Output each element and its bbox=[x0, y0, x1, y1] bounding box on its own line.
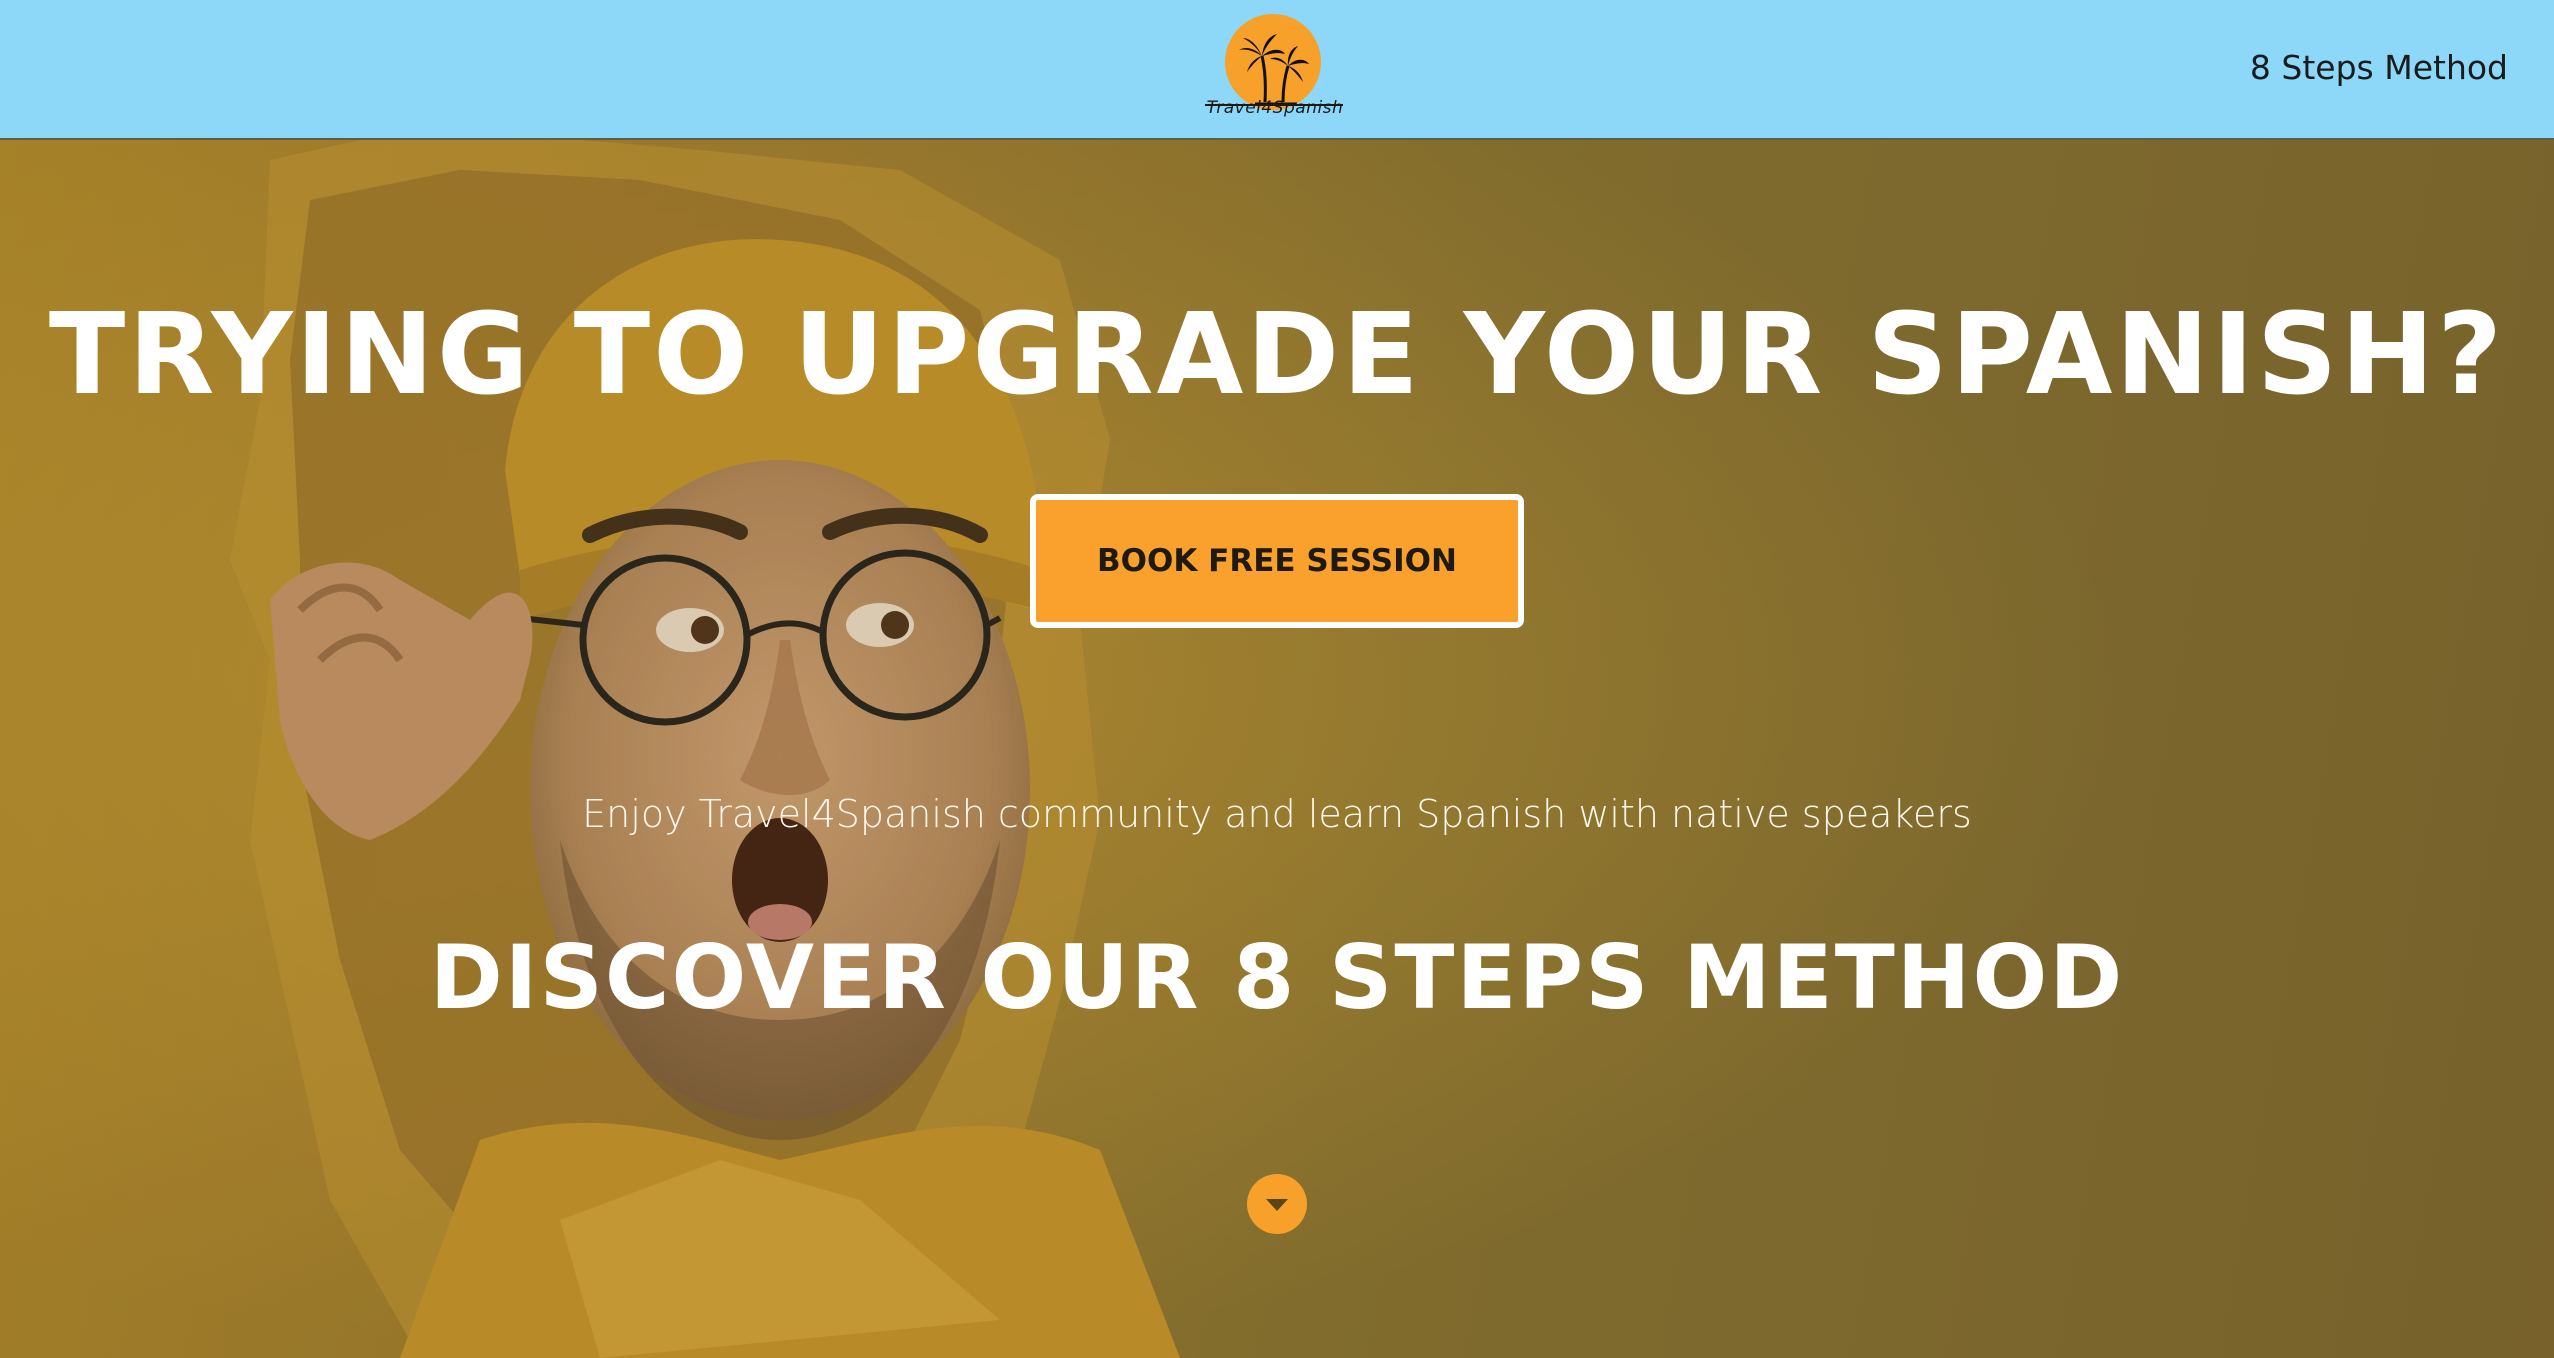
hero-section: TRYING TO UPGRADE YOUR SPANISH? BOOK FRE… bbox=[0, 140, 2554, 1358]
palm-trees-icon bbox=[1239, 34, 1309, 106]
chevron-down-icon bbox=[1266, 1199, 1288, 1211]
logo-text: Travel4Spanish bbox=[1206, 98, 1344, 118]
hero-subtitle: Enjoy Travel4Spanish community and learn… bbox=[582, 792, 1972, 836]
sun-icon bbox=[1225, 14, 1321, 110]
site-header: Travel4Spanish 8 Steps Method bbox=[0, 0, 2554, 140]
hero-title: TRYING TO UPGRADE YOUR SPANISH? bbox=[48, 290, 2506, 420]
book-free-session-button[interactable]: BOOK FREE SESSION bbox=[1030, 494, 1524, 628]
nav-link-8-steps-method[interactable]: 8 Steps Method bbox=[2250, 48, 2508, 87]
scroll-down-button[interactable] bbox=[1247, 1174, 1307, 1234]
logo[interactable]: Travel4Spanish bbox=[1203, 12, 1347, 124]
section-title-8-steps: DISCOVER OUR 8 STEPS METHOD bbox=[429, 926, 2125, 1029]
